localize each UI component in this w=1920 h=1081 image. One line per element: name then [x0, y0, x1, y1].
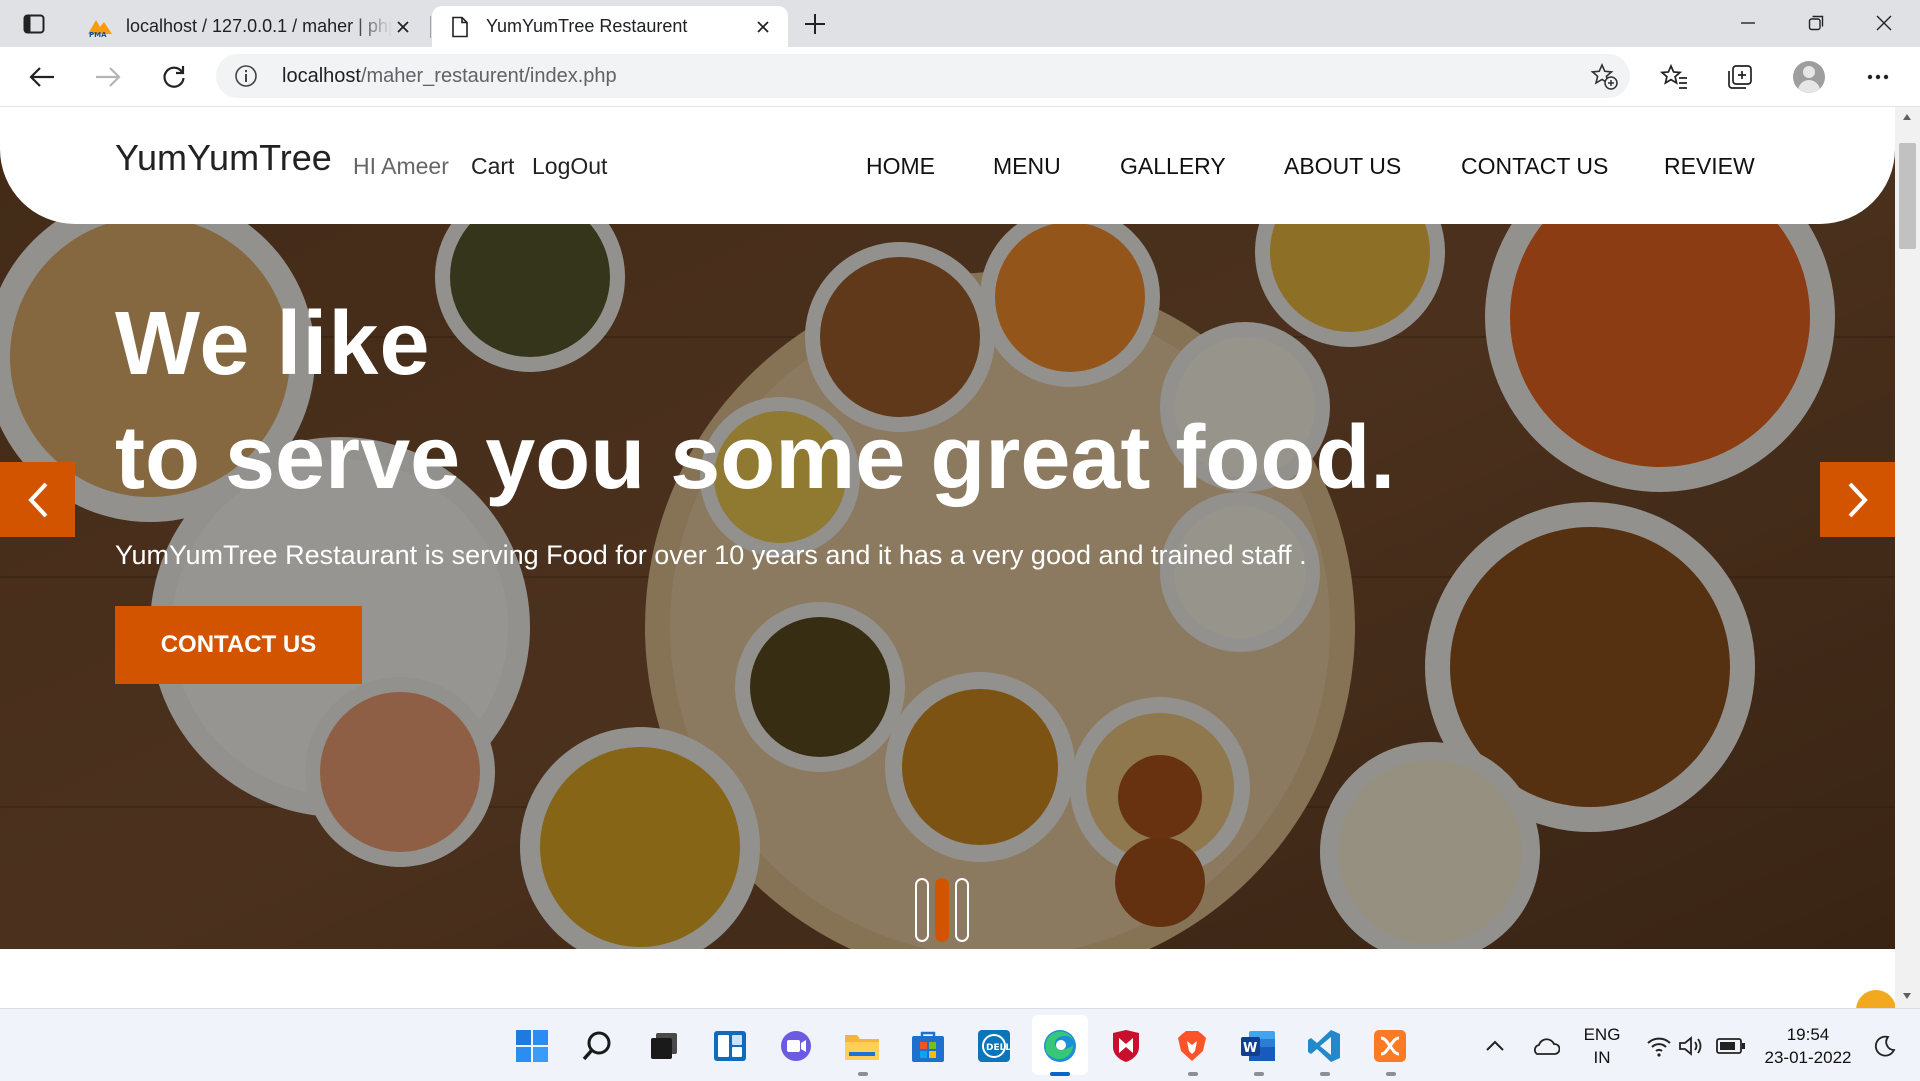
focus-assist-icon[interactable] [1864, 1025, 1906, 1067]
address-bar[interactable]: localhost/maher_restaurent/index.php [216, 54, 1630, 98]
scrollbar-thumb[interactable] [1899, 143, 1916, 249]
svg-text:PMA: PMA [89, 31, 107, 38]
hero-headline-line1: We like [115, 294, 431, 394]
task-view-icon[interactable] [643, 1025, 685, 1067]
nav-menu[interactable]: MENU [993, 153, 1061, 180]
file-explorer-icon[interactable] [841, 1025, 883, 1067]
site-brand[interactable]: YumYumTree [115, 137, 332, 179]
cart-link[interactable]: Cart [471, 153, 514, 180]
running-indicator [1254, 1072, 1264, 1076]
url-host: localhost [282, 65, 361, 87]
hero-description: YumYumTree Restaurant is serving Food fo… [115, 540, 1307, 570]
svg-text:W: W [1243, 1041, 1257, 1056]
tab-title: YumYumTree Restaurent [486, 16, 688, 36]
nav-home[interactable]: HOME [866, 153, 935, 180]
running-indicator-active [1050, 1072, 1070, 1076]
hero-overlay [0, 107, 1895, 949]
running-indicator [1188, 1072, 1198, 1076]
region-code: IN [1593, 1048, 1611, 1067]
store-icon[interactable] [907, 1025, 949, 1067]
hero-carousel: We like to serve you some great food. Yu… [0, 107, 1895, 949]
chat-icon[interactable] [775, 1025, 817, 1067]
carousel-indicator[interactable] [915, 878, 929, 942]
search-icon[interactable] [577, 1025, 619, 1067]
language-code: ENG [1583, 1025, 1621, 1044]
floating-badge[interactable] [1856, 990, 1895, 1008]
carousel-indicator[interactable] [955, 878, 969, 942]
collections-icon[interactable] [1722, 59, 1758, 95]
close-tab-icon[interactable] [392, 16, 414, 38]
hero-headline-line2: to serve you some great food. [115, 408, 1396, 508]
new-tab-icon[interactable] [800, 10, 830, 38]
windows-start-icon[interactable] [511, 1025, 553, 1067]
browser-toolbar: localhost/maher_restaurent/index.php [0, 47, 1920, 107]
scroll-up-icon[interactable] [1901, 113, 1913, 123]
windows-taskbar: DELL W ENG IN 19:54 23-01-2022 [0, 1008, 1920, 1081]
mcafee-icon[interactable] [1105, 1025, 1147, 1067]
user-greeting: HI Ameer [353, 153, 449, 179]
language-indicator[interactable]: ENG IN [1578, 1023, 1626, 1069]
vscode-icon[interactable] [1303, 1025, 1345, 1067]
chevron-right-icon [1846, 481, 1870, 519]
profile-avatar[interactable] [1793, 61, 1825, 93]
carousel-indicator-active[interactable] [935, 878, 949, 942]
clock-date: 23-01-2022 [1764, 1048, 1852, 1067]
word-icon[interactable]: W [1237, 1025, 1279, 1067]
page-viewport: We like to serve you some great food. Yu… [0, 107, 1895, 1008]
scroll-down-icon[interactable] [1901, 992, 1913, 1002]
back-icon[interactable] [24, 59, 60, 95]
nav-gallery[interactable]: GALLERY [1120, 153, 1226, 180]
clock-time: 19:54 [1786, 1025, 1830, 1044]
carousel-indicators [915, 878, 969, 942]
close-tab-icon[interactable] [752, 16, 774, 38]
close-window-icon[interactable] [1860, 8, 1908, 38]
volume-icon[interactable] [1670, 1025, 1712, 1067]
page-scrollbar[interactable] [1895, 107, 1920, 1008]
restore-icon[interactable] [1792, 8, 1840, 38]
running-indicator [1320, 1072, 1330, 1076]
page-icon [446, 16, 474, 38]
carousel-next-button[interactable] [1820, 462, 1895, 537]
site-navbar: YumYumTree HI Ameer Cart LogOut HOME MEN… [0, 107, 1895, 224]
tab-yumyumtree[interactable]: YumYumTree Restaurent [432, 6, 788, 47]
tab-actions-icon[interactable] [20, 12, 48, 36]
minimize-icon[interactable] [1724, 8, 1772, 38]
nav-review[interactable]: REVIEW [1664, 153, 1755, 180]
nav-contact-us[interactable]: CONTACT US [1461, 153, 1608, 180]
contact-us-button[interactable]: CONTACT US [115, 606, 362, 684]
onedrive-icon[interactable] [1524, 1025, 1566, 1067]
address-url[interactable]: localhost/maher_restaurent/index.php [282, 65, 617, 88]
dell-icon[interactable]: DELL [973, 1025, 1015, 1067]
running-indicator [1386, 1072, 1396, 1076]
tab-phpmyadmin[interactable]: PMA localhost / 127.0.0.1 / maher | phpM… [72, 6, 428, 47]
tab-separator [430, 16, 431, 38]
edge-icon[interactable] [1039, 1025, 1081, 1067]
chevron-left-icon [26, 481, 50, 519]
tab-strip: PMA localhost / 127.0.0.1 / maher | phpM… [0, 0, 1920, 47]
phpmyadmin-icon: PMA [86, 16, 114, 38]
clock[interactable]: 19:54 23-01-2022 [1758, 1023, 1858, 1069]
logout-link[interactable]: LogOut [532, 153, 607, 180]
chevron-up-icon[interactable] [1474, 1025, 1516, 1067]
nav-about-us[interactable]: ABOUT US [1284, 153, 1401, 180]
svg-text:DELL: DELL [986, 1043, 1011, 1053]
brave-icon[interactable] [1171, 1025, 1213, 1067]
more-icon[interactable] [1860, 59, 1896, 95]
url-path: /maher_restaurent/index.php [360, 65, 617, 87]
running-indicator [858, 1072, 868, 1076]
add-favorite-icon[interactable] [1590, 62, 1618, 90]
carousel-prev-button[interactable] [0, 462, 75, 537]
forward-icon[interactable] [90, 59, 126, 95]
info-icon[interactable] [234, 64, 258, 88]
refresh-icon[interactable] [156, 59, 192, 95]
favorites-icon[interactable] [1656, 59, 1692, 95]
battery-icon[interactable] [1710, 1025, 1752, 1067]
widgets-icon[interactable] [709, 1025, 751, 1067]
tab-title: localhost / 127.0.0.1 / maher | phpMyAdm… [126, 16, 392, 36]
xampp-icon[interactable] [1369, 1025, 1411, 1067]
